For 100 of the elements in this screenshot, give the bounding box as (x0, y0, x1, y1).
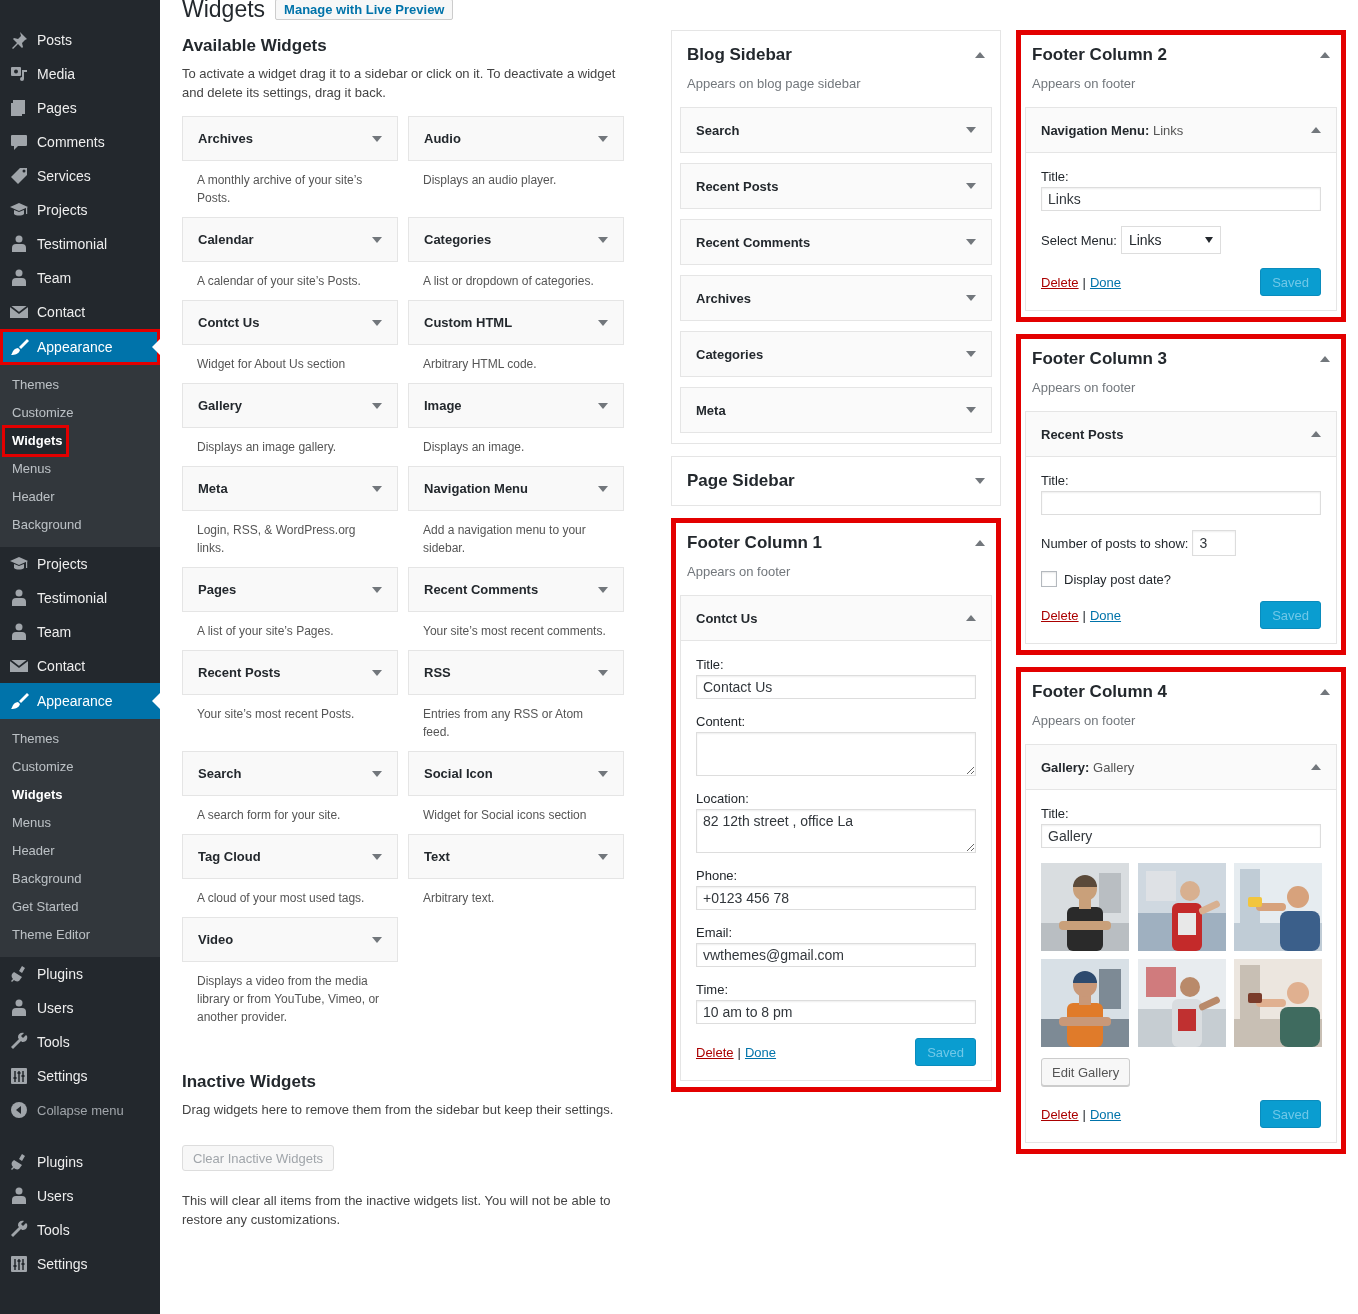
menu-item[interactable]: Comments (0, 125, 160, 159)
widget-tile[interactable]: Image (408, 383, 624, 428)
menu-item[interactable]: Media (0, 57, 160, 91)
widget-tile[interactable]: Calendar (182, 217, 398, 262)
widget-description: Your site’s most recent comments. (423, 623, 607, 640)
submenu-item[interactable]: Customize (4, 753, 79, 781)
live-preview-button[interactable]: Manage with Live Preview (275, 0, 454, 20)
text-field[interactable]: Gallery (1041, 824, 1321, 848)
menu-item[interactable]: Posts (0, 23, 160, 57)
menu-item[interactable]: Plugins (0, 957, 160, 991)
text-area[interactable]: 82 12th street , office La (696, 809, 976, 853)
widget-tile[interactable]: Audio (408, 116, 624, 161)
widget-tile[interactable]: Recent Posts (182, 650, 398, 695)
menu-item[interactable]: Team (0, 261, 160, 295)
submenu-item[interactable]: Menus (4, 455, 57, 483)
text-area[interactable] (696, 732, 976, 776)
menu-item[interactable]: Contact (0, 649, 160, 683)
done-link[interactable]: Done (744, 1044, 777, 1060)
widget-header[interactable]: Recent Comments (681, 220, 991, 264)
submenu-item[interactable]: Themes (4, 725, 64, 753)
widget-description: Displays an image. (423, 439, 526, 456)
section-description: To activate a widget drag it to a sidebar or click on it. To deactivate a widget and delete its settings, drag it back. (182, 65, 617, 102)
caret-icon (598, 669, 608, 676)
widget-tile[interactable]: Meta (182, 466, 398, 511)
widget-tile[interactable]: Search (182, 751, 398, 796)
delete-link[interactable]: Delete (1041, 1106, 1079, 1122)
menu-item[interactable]: Users (0, 991, 160, 1025)
menu-item[interactable]: Projects (0, 193, 160, 227)
edit-gallery-button[interactable]: Edit Gallery (1041, 1058, 1131, 1086)
submenu-item[interactable]: Widgets (4, 427, 68, 455)
delete-link[interactable]: Delete (696, 1044, 734, 1060)
menu-item[interactable]: Tools (0, 1025, 160, 1059)
menu-item[interactable]: Settings (0, 1247, 160, 1281)
widget-tile[interactable]: Social Icon (408, 751, 624, 796)
widget-tile[interactable]: Custom HTML (408, 300, 624, 345)
widget-header[interactable]: Navigation Menu: Links (1026, 108, 1336, 152)
delete-link[interactable]: Delete (1041, 607, 1079, 623)
area-description: Appears on footer (1032, 379, 1137, 397)
widget-description: A cloud of your most used tags. (197, 890, 366, 907)
submenu-item[interactable]: Theme Editor (4, 921, 96, 949)
submenu-item[interactable]: Widgets (4, 781, 68, 809)
widget-tile[interactable]: Video (182, 917, 398, 962)
menu-item[interactable]: Appearance (0, 683, 160, 719)
widget-tile[interactable]: Navigation Menu (408, 466, 624, 511)
widget-header[interactable]: Archives (681, 276, 991, 320)
submenu-item[interactable]: Header (4, 483, 60, 511)
text-field[interactable]: Links (1041, 187, 1321, 211)
menu-item[interactable]: Testimonial (0, 227, 160, 261)
widget-header[interactable]: Gallery: Gallery (1026, 745, 1336, 789)
menu-item[interactable]: Projects (0, 547, 160, 581)
menu-item[interactable]: Appearance (0, 329, 160, 365)
text-field[interactable]: vwthemes@gmail.com (696, 943, 976, 967)
menu-item[interactable]: Tools (0, 1213, 160, 1247)
widget-tile[interactable]: Gallery (182, 383, 398, 428)
submenu-item[interactable]: Themes (4, 371, 64, 399)
number-field[interactable]: 3 (1192, 530, 1237, 556)
widget-tile[interactable]: Archives (182, 116, 398, 161)
menu-item[interactable]: Testimonial (0, 581, 160, 615)
widget-tile[interactable]: Text (408, 834, 624, 879)
widget-tile[interactable]: Contct Us (182, 300, 398, 345)
link-separator: | (737, 1044, 741, 1060)
done-link[interactable]: Done (1089, 607, 1122, 623)
widget-tile[interactable]: Pages (182, 567, 398, 612)
widget-header[interactable]: Recent Posts (1026, 412, 1336, 456)
checkbox[interactable] (1041, 571, 1057, 587)
widget-header[interactable]: Search (681, 108, 991, 152)
widget-tile[interactable]: Tag Cloud (182, 834, 398, 879)
widget-header[interactable]: Contct Us (681, 596, 991, 640)
text-field[interactable]: 10 am to 8 pm (696, 1000, 976, 1024)
widget-description: Displays an audio player. (423, 172, 558, 189)
submenu-item[interactable]: Background (4, 511, 87, 539)
submenu-item[interactable]: Customize (4, 399, 79, 427)
widget-header[interactable]: Categories (681, 332, 991, 376)
caret-icon (598, 770, 608, 777)
widget-header[interactable]: Recent Posts (681, 164, 991, 208)
submenu-item[interactable]: Header (4, 837, 60, 865)
submenu-item[interactable]: Menus (4, 809, 57, 837)
done-link[interactable]: Done (1089, 1106, 1122, 1122)
done-link[interactable]: Done (1089, 274, 1122, 290)
delete-link[interactable]: Delete (1041, 274, 1079, 290)
submenu-item[interactable]: Background (4, 865, 87, 893)
menu-item[interactable]: Settings (0, 1059, 160, 1093)
field-label: Select Menu: (1041, 232, 1117, 248)
text-field[interactable]: Contact Us (696, 675, 976, 699)
text-field[interactable] (1041, 491, 1321, 515)
submenu-item[interactable]: Get Started (4, 893, 84, 921)
menu-item[interactable]: Pages (0, 91, 160, 125)
widget-tile[interactable]: Recent Comments (408, 567, 624, 612)
widget-tile[interactable]: RSS (408, 650, 624, 695)
brush-icon (9, 337, 29, 357)
menu-item[interactable]: Collapse menu (0, 1093, 160, 1127)
menu-item[interactable]: Team (0, 615, 160, 649)
menu-item[interactable]: Services (0, 159, 160, 193)
text-field[interactable]: +0123 456 78 (696, 886, 976, 910)
widget-header[interactable]: Meta (681, 388, 991, 432)
widget-tile[interactable]: Categories (408, 217, 624, 262)
select-field[interactable]: Links (1120, 226, 1221, 254)
menu-item[interactable]: Contact (0, 295, 160, 329)
menu-item[interactable]: Users (0, 1179, 160, 1213)
menu-item[interactable]: Plugins (0, 1145, 160, 1179)
